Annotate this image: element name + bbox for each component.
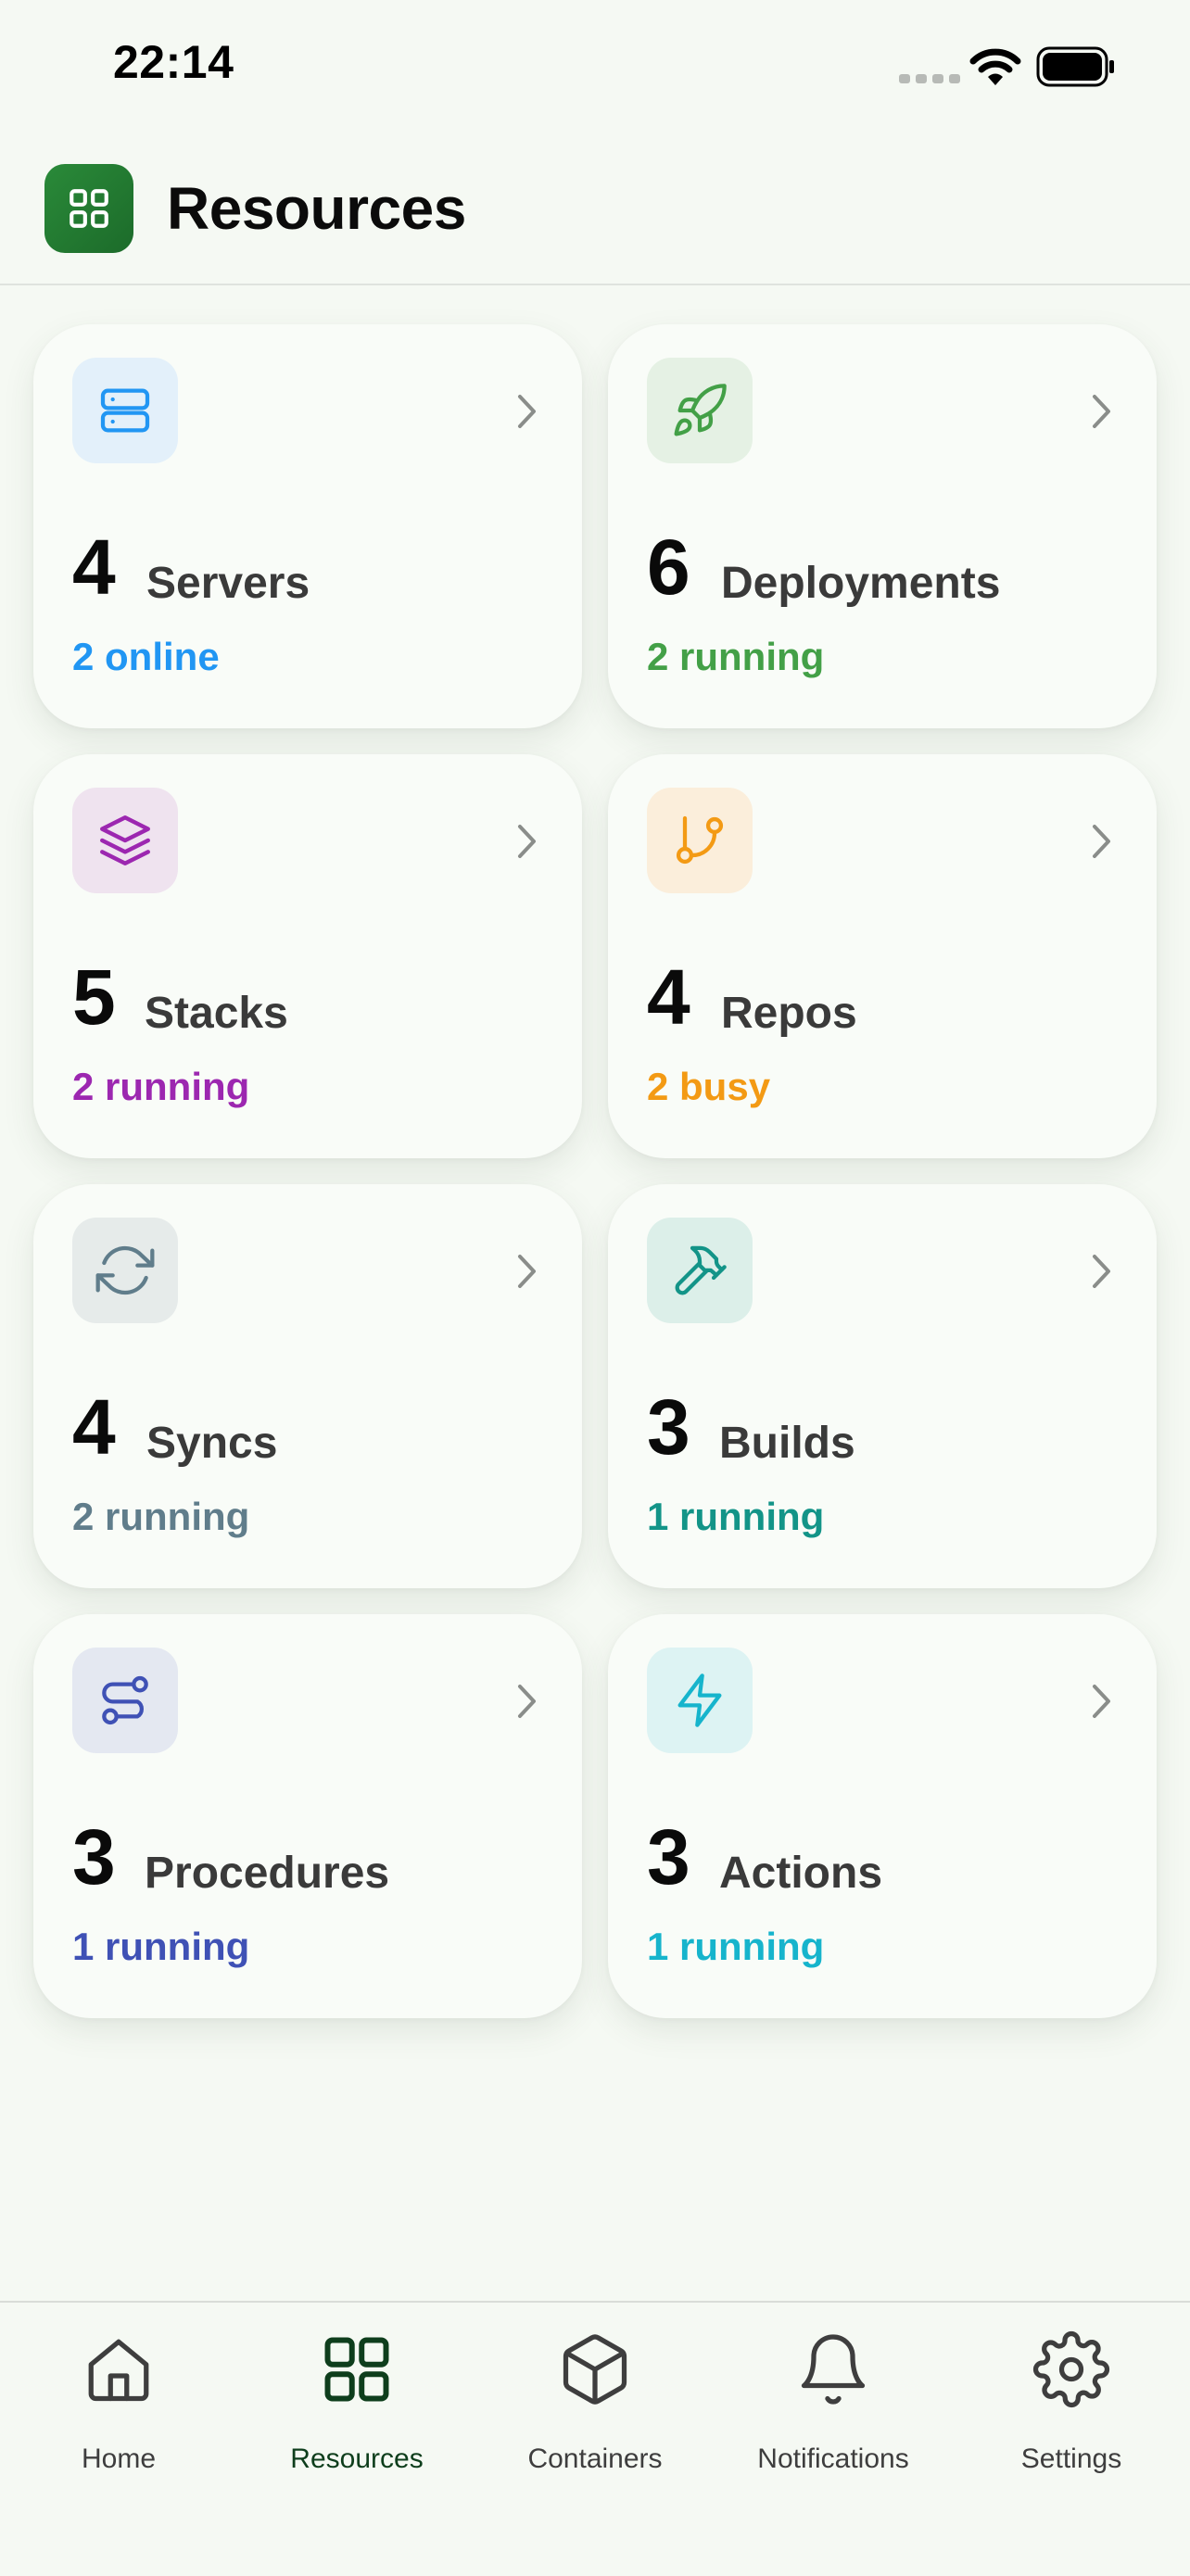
tab-label: Resources [290,2443,424,2474]
card-icon-bg [647,358,753,463]
grid-icon [324,2337,389,2402]
tab-label: Settings [1020,2443,1122,2474]
box-icon [563,2334,627,2405]
lightning-icon [677,1673,722,1727]
refresh-icon [95,1245,155,1295]
card-count: 6 [647,524,690,611]
card-icon-bg [72,358,178,463]
card-count: 4 [72,1383,116,1471]
card-label: Builds [719,1419,855,1468]
card-status: 2 busy [647,1065,771,1108]
chevron-right-icon [518,825,536,858]
resource-card-actions[interactable]: 3 Actions 1 running [608,1614,1157,2018]
card-count: 3 [647,1383,690,1471]
hammer-icon [675,1245,727,1295]
card-status: 2 running [72,1065,250,1108]
card-label: Actions [719,1849,883,1898]
card-status: 2 running [72,1495,250,1538]
battery-icon [1036,46,1114,87]
status-bar: 22:14 [0,0,1190,139]
card-icon-bg [647,1218,753,1323]
gear-icon [1032,2330,1110,2408]
card-icon-bg [72,788,178,893]
status-time: 22:14 [113,36,234,88]
chevron-right-icon [518,395,536,428]
card-label: Repos [721,989,857,1038]
card-count: 4 [647,953,690,1041]
tab-label: Containers [527,2443,663,2474]
bell-icon [801,2334,866,2405]
tab-settings[interactable]: Settings [960,2330,1183,2497]
cellular-signal-icon [899,74,960,83]
wifi-icon [969,48,1021,85]
card-status: 2 running [647,635,825,678]
tab-resources[interactable]: Resources [246,2330,468,2497]
chevron-right-icon [1093,395,1110,428]
card-icon-bg [72,1648,178,1753]
card-count: 5 [72,953,116,1041]
card-label: Syncs [146,1419,278,1468]
rocket-icon [674,384,727,436]
tab-bar: Home Resources Containers Notifications [0,2301,1190,2576]
page-title: Resources [167,175,466,242]
grid-icon [70,189,108,228]
card-status: 2 online [72,635,220,678]
resource-card-procedures[interactable]: 3 Procedures 1 running [33,1614,582,2018]
card-status: 1 running [72,1925,250,1968]
tab-label: Notifications [757,2443,909,2474]
card-icon-bg [647,1648,753,1753]
tab-home[interactable]: Home [7,2330,230,2497]
route-icon [102,1675,148,1725]
chevron-right-icon [1093,1685,1110,1718]
chevron-right-icon [518,1255,536,1288]
chevron-right-icon [518,1685,536,1718]
card-status: 1 running [647,1495,825,1538]
resource-card-stacks[interactable]: 5 Stacks 2 running [33,754,582,1158]
card-label: Procedures [145,1849,390,1898]
git-branch-icon [676,815,724,865]
card-count: 3 [72,1813,116,1900]
card-icon-bg [647,788,753,893]
tab-notifications[interactable]: Notifications [722,2330,944,2497]
header: Resources [0,139,1190,285]
card-status: 1 running [647,1925,825,1968]
card-label: Deployments [721,559,1001,608]
server-icon [100,388,150,433]
card-icon-bg [72,1218,178,1323]
card-label: Stacks [145,989,288,1038]
resource-card-deployments[interactable]: 6 Deployments 2 running [608,324,1157,728]
resource-card-servers[interactable]: 4 Servers 2 online [33,324,582,728]
resource-grid: 4 Servers 2 online 6 Deployments 2 runni… [33,324,1157,2018]
resource-card-builds[interactable]: 3 Builds 1 running [608,1184,1157,1588]
tab-containers[interactable]: Containers [484,2330,706,2497]
card-label: Servers [146,559,310,608]
card-count: 3 [647,1813,690,1900]
home-icon [88,2339,149,2402]
app-logo [44,164,133,253]
chevron-right-icon [1093,825,1110,858]
layers-icon [100,815,150,865]
resource-card-repos[interactable]: 4 Repos 2 busy [608,754,1157,1158]
card-count: 4 [72,524,116,611]
resource-card-syncs[interactable]: 4 Syncs 2 running [33,1184,582,1588]
chevron-right-icon [1093,1255,1110,1288]
tab-label: Home [81,2443,157,2474]
